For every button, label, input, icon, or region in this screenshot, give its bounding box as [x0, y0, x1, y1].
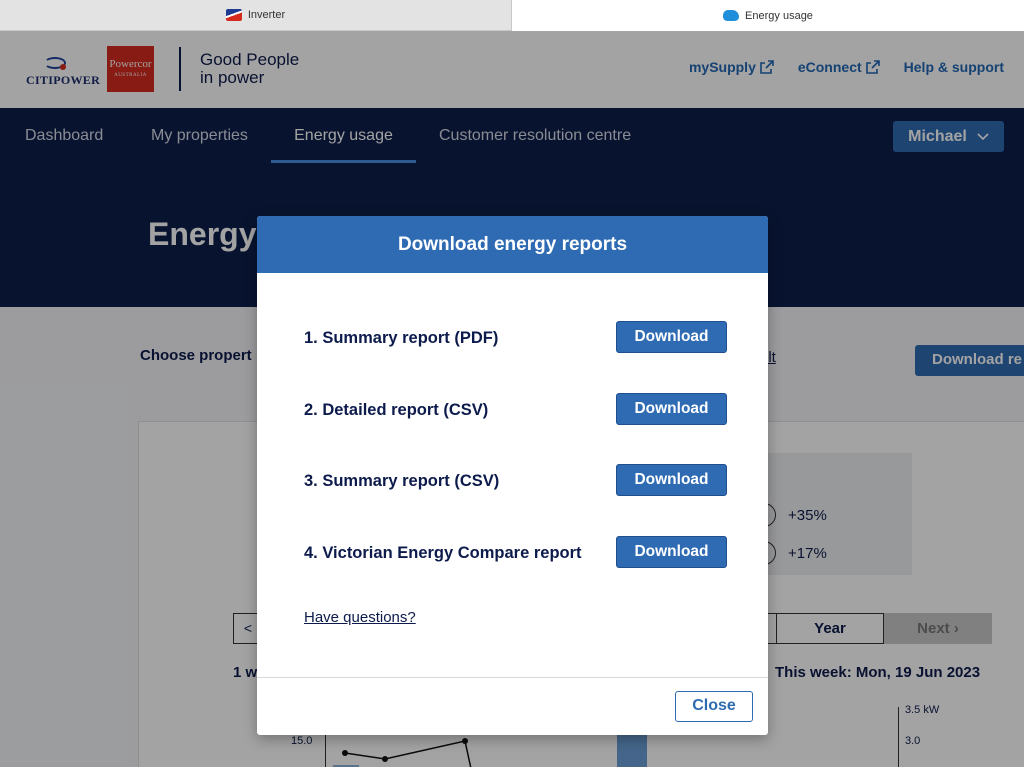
browser-tab-label: Energy usage [745, 9, 813, 22]
cloud-icon [723, 10, 740, 21]
report-label: 2. Detailed report (CSV) [304, 401, 489, 419]
report-row-vec: 4. Victorian Energy Compare report Downl… [304, 536, 727, 568]
close-button[interactable]: Close [675, 691, 753, 722]
browser-tab-label: Inverter [247, 9, 286, 21]
report-row-summary-csv: 3. Summary report (CSV) Download [304, 464, 727, 496]
modal-title: Download energy reports [257, 216, 768, 273]
browser-tabbar: Inverter Energy usage [0, 0, 1024, 31]
report-row-detailed-csv: 2. Detailed report (CSV) Download [304, 393, 727, 425]
browser-tab-energy-usage[interactable]: Energy usage [512, 0, 1024, 31]
download-detailed-csv-button[interactable]: Download [616, 393, 727, 425]
download-vec-report-button[interactable]: Download [616, 536, 727, 568]
download-summary-pdf-button[interactable]: Download [616, 321, 727, 353]
download-summary-csv-button[interactable]: Download [616, 464, 727, 496]
browser-tab-inverter[interactable]: Inverter [0, 0, 512, 30]
report-label: 1. Summary report (PDF) [304, 329, 499, 347]
report-label: 4. Victorian Energy Compare report [304, 544, 582, 562]
modal-divider [257, 677, 768, 678]
report-label: 3. Summary report (CSV) [304, 472, 500, 490]
flag-icon [225, 9, 242, 21]
download-reports-modal: Download energy reports 1. Summary repor… [257, 216, 768, 735]
report-row-summary-pdf: 1. Summary report (PDF) Download [304, 321, 727, 353]
have-questions-link[interactable]: Have questions? [304, 609, 416, 626]
